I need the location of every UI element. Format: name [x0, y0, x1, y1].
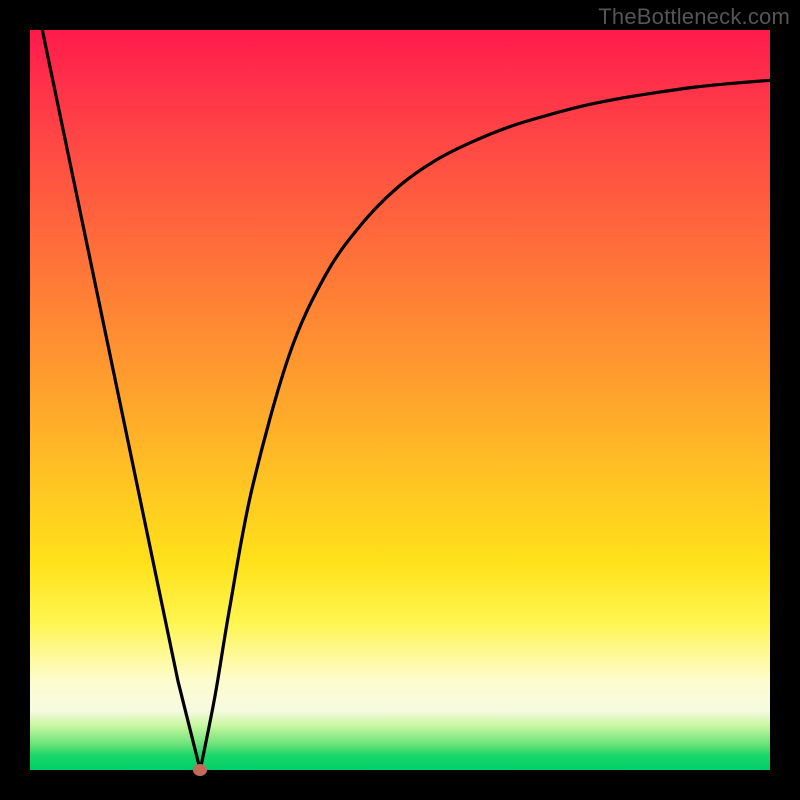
- plot-area: [30, 30, 770, 770]
- bottleneck-curve: [30, 30, 770, 770]
- minimum-point-marker: [193, 764, 207, 776]
- attribution-text: TheBottleneck.com: [598, 4, 790, 30]
- chart-frame: TheBottleneck.com: [0, 0, 800, 800]
- curve-svg: [30, 30, 770, 770]
